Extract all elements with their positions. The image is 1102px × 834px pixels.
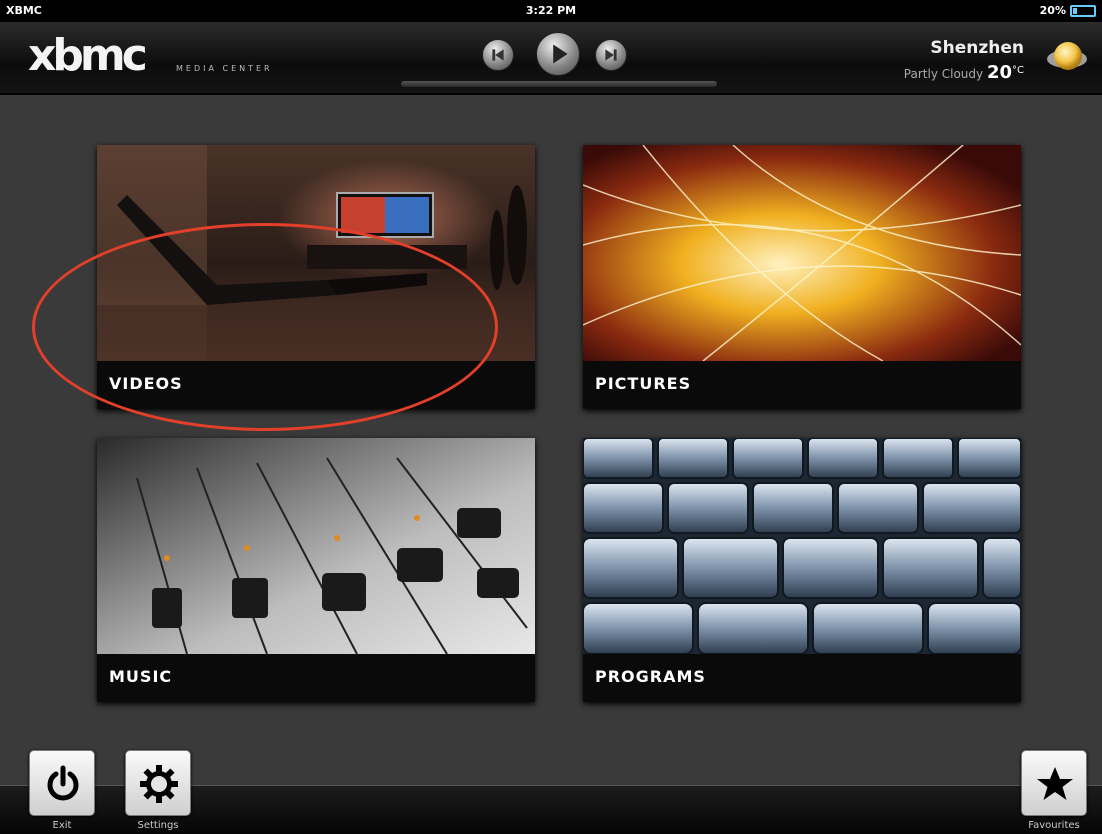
transport-controls xyxy=(482,32,627,76)
home-menu: VIDEOS PICTURES MUSIC PROGRAMS xyxy=(0,95,1102,785)
settings-button[interactable] xyxy=(125,750,191,816)
logo-subtitle: MEDIA CENTER xyxy=(176,64,273,73)
previous-icon[interactable] xyxy=(482,39,514,71)
exit-button[interactable] xyxy=(29,750,95,816)
programs-label: PROGRAMS xyxy=(595,667,706,686)
sun-icon xyxy=(1044,38,1090,76)
star-icon xyxy=(1037,767,1073,800)
seek-bar[interactable] xyxy=(400,80,718,88)
header: xbmc MEDIA CENTER Shenzhen Partly Cloudy… xyxy=(0,22,1102,94)
battery-percent: 20% xyxy=(1039,4,1066,17)
pictures-artwork xyxy=(583,145,1021,361)
weather-unit: °C xyxy=(1012,65,1024,76)
videos-label: VIDEOS xyxy=(109,374,183,393)
battery-icon xyxy=(1070,5,1096,17)
weather-condition: Partly Cloudy xyxy=(903,67,984,81)
weather-summary: Partly Cloudy 20°C xyxy=(904,62,1024,83)
status-bar: XBMC 3:22 PM 20% xyxy=(0,0,1102,22)
programs-tile[interactable]: PROGRAMS xyxy=(583,438,1021,702)
videos-artwork xyxy=(97,145,535,361)
next-icon[interactable] xyxy=(595,39,627,71)
pictures-tile[interactable]: PICTURES xyxy=(583,145,1021,409)
music-tile[interactable]: MUSIC xyxy=(97,438,535,702)
power-icon xyxy=(47,765,79,801)
videos-tile[interactable]: VIDEOS xyxy=(97,145,535,409)
weather-temperature: 20 xyxy=(986,62,1013,83)
gear-icon xyxy=(140,765,178,803)
exit-label: Exit xyxy=(52,820,72,831)
favourites-button[interactable] xyxy=(1021,750,1087,816)
weather-city: Shenzhen xyxy=(930,38,1024,58)
xbmc-logo: xbmc xyxy=(28,30,148,81)
play-icon[interactable] xyxy=(536,32,580,76)
favourites-label: Favourites xyxy=(1028,820,1080,831)
pictures-label: PICTURES xyxy=(595,374,692,393)
settings-label: Settings xyxy=(137,820,179,831)
clock: 3:22 PM xyxy=(525,4,577,17)
music-artwork xyxy=(97,438,535,654)
music-label: MUSIC xyxy=(109,667,173,686)
programs-artwork xyxy=(583,438,1021,654)
